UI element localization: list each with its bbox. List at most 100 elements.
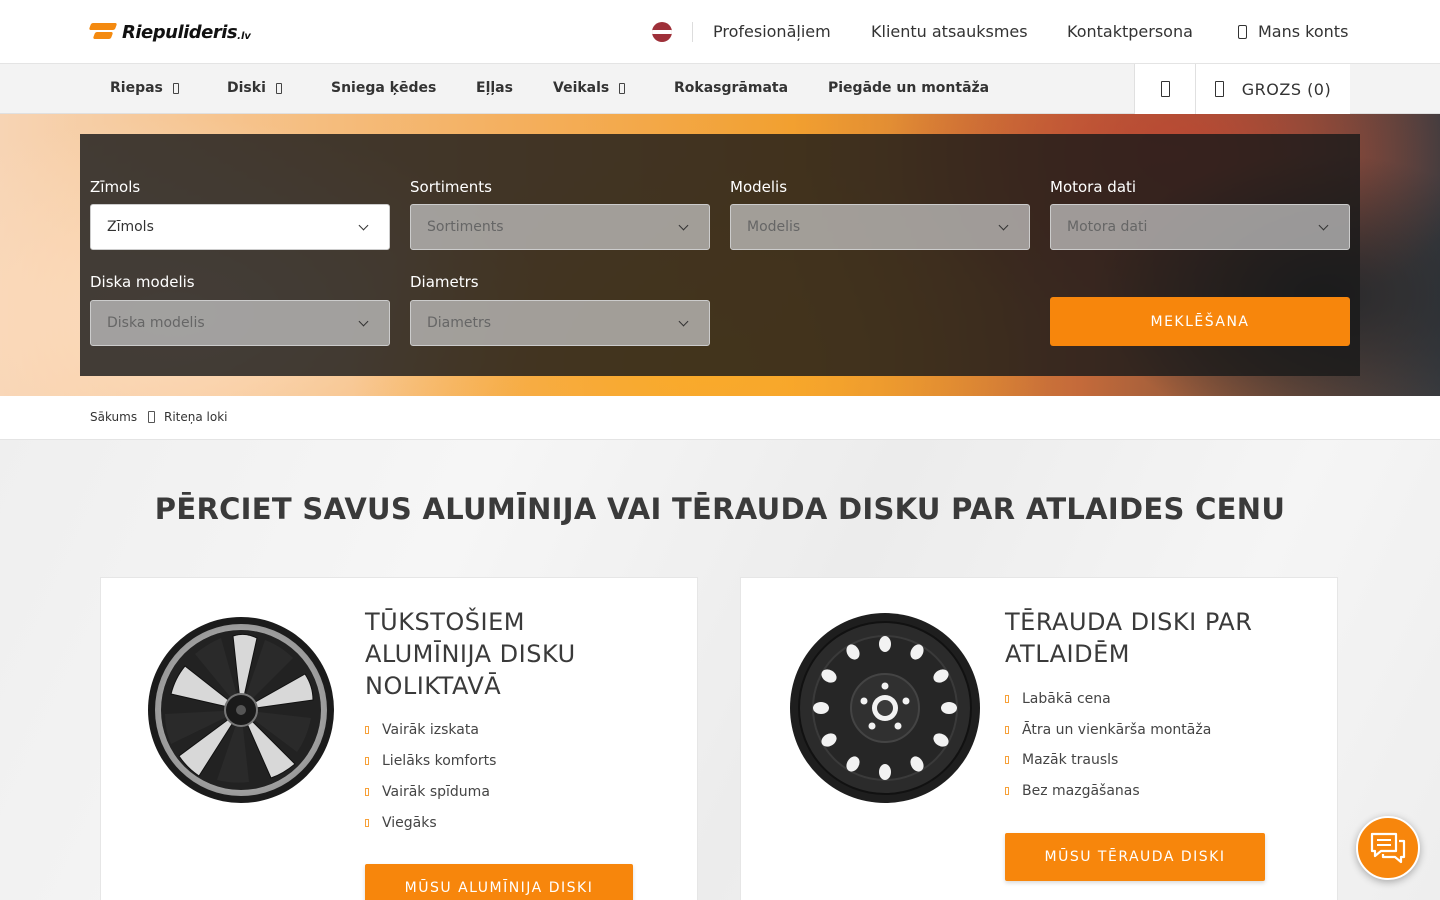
- nav-item-rims[interactable]: Diski: [227, 80, 282, 96]
- logo-text: Riepulideris: [122, 21, 238, 43]
- breadcrumb-home[interactable]: Sākums: [90, 410, 137, 424]
- model-select[interactable]: Modelis: [730, 204, 1030, 250]
- alloy-rims-button[interactable]: MŪSU ALUMĪNIJA DISKI: [365, 864, 633, 900]
- feature-item: Mazāk trausls: [1005, 752, 1118, 768]
- brand-select[interactable]: Zīmols: [90, 204, 390, 250]
- card-title-line: TĒRAUDA DISKI PAR: [1005, 608, 1253, 636]
- nav-item-snow-chains[interactable]: Sniega ķēdes: [331, 80, 436, 96]
- feature-text: Lielāks komforts: [382, 753, 497, 769]
- card-title: TĒRAUDA DISKI PAR ATLAIDĒM: [1005, 606, 1252, 670]
- nav-item-label: Piegāde un montāža: [828, 80, 990, 96]
- search-button[interactable]: MEKLĒŠANA: [1050, 297, 1350, 346]
- range-label: Sortiments: [410, 178, 492, 196]
- hero-banner: Zīmols Zīmols Sortiments Sortiments Mode…: [0, 114, 1440, 396]
- feature-text: Viegāks: [382, 815, 437, 831]
- latvia-flag-icon[interactable]: [652, 22, 672, 42]
- logo-mark-icon: [88, 21, 120, 43]
- steel-rims-button[interactable]: MŪSU TĒRAUDA DISKI: [1005, 833, 1265, 881]
- nav-item-guide[interactable]: Rokasgrāmata: [674, 80, 788, 96]
- link-customer-reviews[interactable]: Klientu atsauksmes: [871, 22, 1028, 41]
- engine-select[interactable]: Motora dati: [1050, 204, 1350, 250]
- feature-text: Bez mazgāšanas: [1022, 783, 1140, 799]
- bullet-icon: [1005, 695, 1009, 703]
- nav-item-label: Sniega ķēdes: [331, 80, 437, 96]
- chevron-down-icon: [619, 82, 626, 94]
- diameter-label: Diametrs: [410, 273, 479, 291]
- alloy-rims-card: TŪKSTOŠIEM ALUMĪNIJA DISKU NOLIKTAVĀ Vai…: [100, 577, 698, 900]
- user-icon: [1238, 24, 1247, 39]
- my-account-label: Mans konts: [1258, 22, 1349, 41]
- bullet-icon: [365, 726, 369, 734]
- feature-text: Vairāk spīduma: [382, 784, 490, 800]
- engine-select-value: Motora dati: [1067, 219, 1148, 235]
- nav-item-oils[interactable]: Eļļas: [476, 80, 513, 96]
- range-select[interactable]: Sortiments: [410, 204, 710, 250]
- feature-item: Bez mazgāšanas: [1005, 783, 1140, 799]
- card-title: TŪKSTOŠIEM ALUMĪNIJA DISKU NOLIKTAVĀ: [365, 606, 576, 702]
- chat-button[interactable]: [1356, 816, 1420, 880]
- bullet-icon: [365, 819, 369, 827]
- feature-item: Labākā cena: [1005, 691, 1111, 707]
- nav-item-label: Diski: [227, 80, 266, 96]
- range-select-value: Sortiments: [427, 219, 504, 235]
- feature-item: Vairāk spīduma: [365, 784, 490, 800]
- search-toggle-button[interactable]: [1134, 64, 1196, 114]
- feature-text: Vairāk izskata: [382, 722, 479, 738]
- card-title-line: ATLAIDĒM: [1005, 640, 1130, 668]
- rim-model-select-value: Diska modelis: [107, 315, 205, 331]
- card-title-line: TŪKSTOŠIEM: [365, 608, 525, 636]
- nav-item-tyres[interactable]: Riepas: [110, 80, 179, 96]
- page-title: PĒRCIET SAVUS ALUMĪNIJA VAI TĒRAUDA DISK…: [154, 492, 1286, 526]
- chevron-down-icon: [358, 316, 369, 327]
- bullet-icon: [1005, 756, 1009, 764]
- alloy-wheel-image: [148, 617, 334, 803]
- breadcrumb: Sākums Riteņa loki: [0, 396, 1440, 440]
- rim-model-label: Diska modelis: [90, 273, 195, 291]
- feature-text: Mazāk trausls: [1022, 752, 1119, 768]
- rim-model-select[interactable]: Diska modelis: [90, 300, 390, 346]
- site-logo[interactable]: Riepulideris .lv: [88, 18, 251, 46]
- feature-item: Vairāk izskata: [365, 722, 479, 738]
- card-title-line: NOLIKTAVĀ: [365, 672, 502, 700]
- steel-wheel-image: [790, 613, 980, 803]
- nav-item-label: Riepas: [110, 80, 163, 96]
- chevron-down-icon: [678, 316, 689, 327]
- cart-label: GROZS (0): [1241, 79, 1332, 99]
- top-bar: Riepulideris .lv Profesionāļiem Klientu …: [0, 0, 1440, 64]
- link-professionals[interactable]: Profesionāļiem: [713, 22, 831, 41]
- feature-item: Lielāks komforts: [365, 753, 496, 769]
- chevron-down-icon: [678, 220, 689, 231]
- card-title-line: ALUMĪNIJA DISKU: [365, 640, 576, 668]
- diameter-select[interactable]: Diametrs: [410, 300, 710, 346]
- nav-item-delivery[interactable]: Piegāde un montāža: [828, 80, 989, 96]
- nav-item-shop[interactable]: Veikals: [553, 80, 626, 96]
- model-label: Modelis: [730, 178, 788, 196]
- chevron-down-icon: [275, 82, 282, 94]
- chevron-down-icon: [172, 82, 179, 94]
- logo-tld: .lv: [237, 30, 251, 42]
- brand-label: Zīmols: [90, 178, 141, 196]
- diameter-select-value: Diametrs: [427, 315, 492, 331]
- nav-item-label: Veikals: [553, 80, 610, 96]
- link-contact[interactable]: Kontaktpersona: [1067, 22, 1193, 41]
- bullet-icon: [1005, 787, 1009, 795]
- search-panel: Zīmols Zīmols Sortiments Sortiments Mode…: [80, 134, 1360, 376]
- chevron-down-icon: [998, 220, 1009, 231]
- main-content: PĒRCIET SAVUS ALUMĪNIJA VAI TĒRAUDA DISK…: [0, 440, 1440, 900]
- model-select-value: Modelis: [747, 219, 801, 235]
- feature-item: Ātra un vienkārša montāža: [1005, 722, 1211, 738]
- main-nav: Riepas Diski Sniega ķēdes Eļļas Veikals …: [0, 64, 1440, 114]
- brand-select-value: Zīmols: [107, 219, 154, 235]
- chevron-down-icon: [1318, 220, 1329, 231]
- feature-item: Viegāks: [365, 815, 437, 831]
- bullet-icon: [365, 757, 369, 765]
- my-account-link[interactable]: Mans konts: [1238, 22, 1348, 41]
- chevron-down-icon: [358, 220, 369, 231]
- nav-item-label: Eļļas: [476, 80, 513, 96]
- cart-button[interactable]: GROZS (0): [1196, 64, 1350, 114]
- chat-bubble-icon: [1370, 832, 1406, 864]
- bullet-icon: [1005, 726, 1009, 734]
- steel-rims-card: TĒRAUDA DISKI PAR ATLAIDĒM Labākā cena Ā…: [740, 577, 1338, 900]
- engine-label: Motora dati: [1050, 178, 1137, 196]
- search-icon: [1160, 81, 1170, 97]
